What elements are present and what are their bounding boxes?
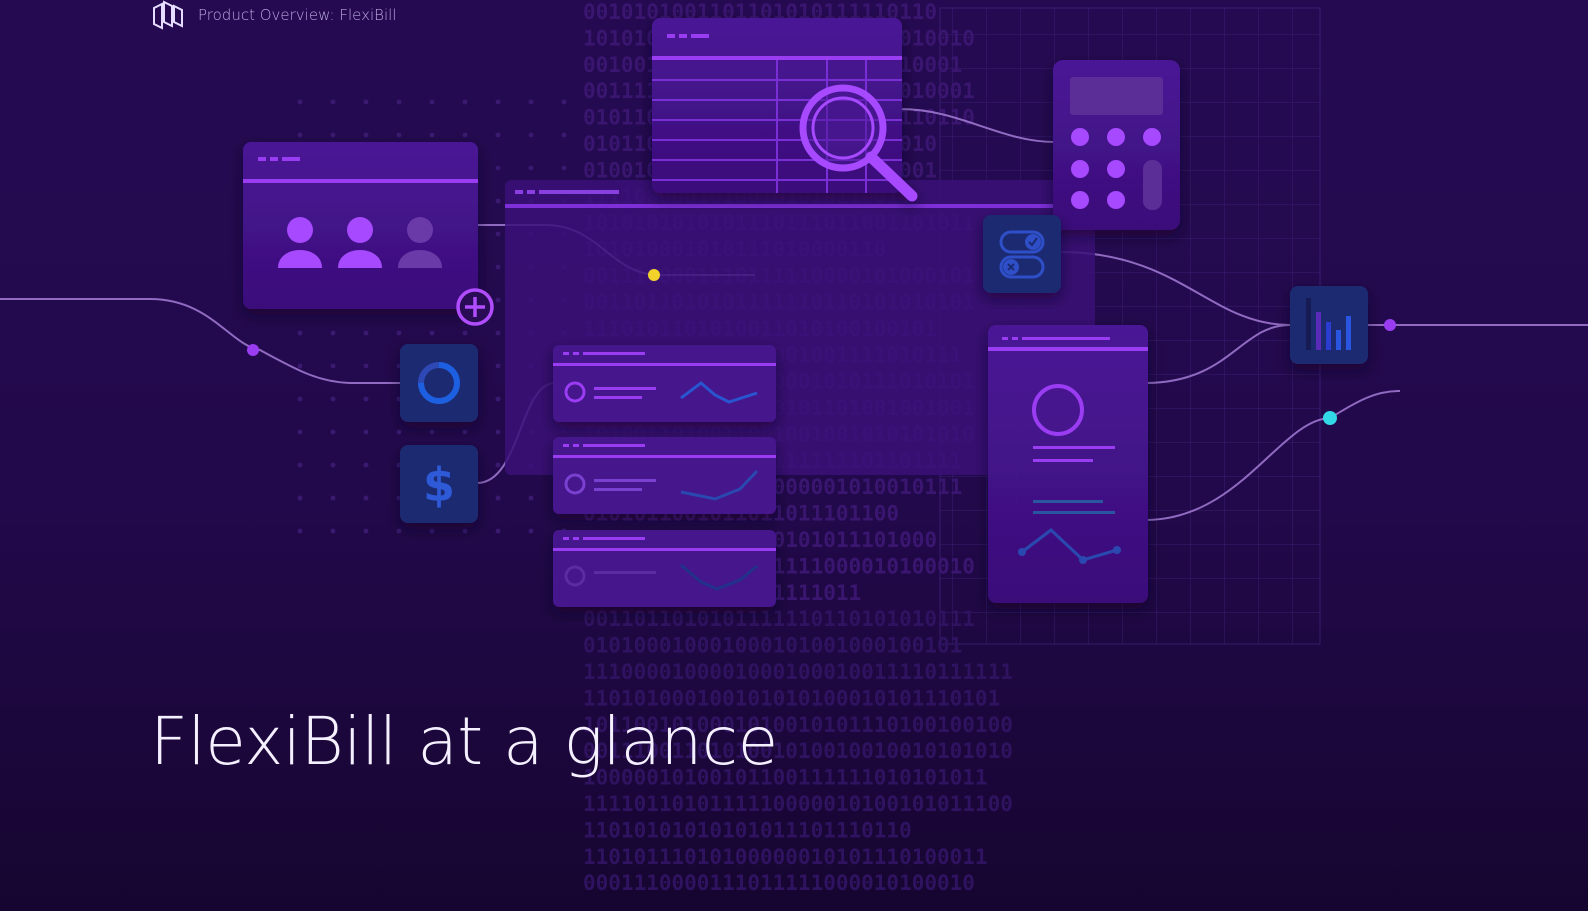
binary-line: 0011011010101111110110101010111	[583, 607, 975, 631]
currency-tile: $	[400, 445, 478, 523]
spreadsheet-window	[652, 18, 918, 202]
report-card	[553, 530, 776, 607]
add-button[interactable]	[456, 288, 494, 326]
binary-line: 11010101010101011101110110	[583, 818, 912, 842]
analytics-tile[interactable]	[1290, 286, 1368, 364]
connector-node	[1323, 411, 1337, 425]
report-card	[553, 345, 776, 422]
users-icon	[278, 217, 442, 268]
profile-card	[988, 325, 1148, 603]
report-card	[553, 437, 776, 514]
connector-node	[247, 344, 259, 356]
binary-line: 1110000100001000100010011110111111	[583, 660, 1013, 684]
connector-node	[648, 269, 660, 281]
binary-line: 11010111010100000010101110100011	[583, 845, 988, 869]
binary-line: 010100010001000101001000100101	[583, 634, 962, 658]
connector-node	[1384, 319, 1396, 331]
dollar-icon: $	[423, 458, 455, 512]
settings-toggle-tile[interactable]	[983, 215, 1061, 293]
breadcrumb[interactable]: Product Overview: FlexiBill	[198, 6, 396, 24]
page-title: FlexiBill at a glance	[150, 703, 778, 780]
brand-logo-icon[interactable]	[150, 0, 186, 30]
binary-line: 1111011010111110000010100101011100	[583, 792, 1013, 816]
binary-line: 0001110000111011111000010100010	[583, 871, 975, 895]
header: Product Overview: FlexiBill	[150, 0, 396, 30]
progress-tile	[400, 344, 478, 422]
users-window	[243, 142, 478, 309]
calculator-widget	[1053, 60, 1180, 230]
